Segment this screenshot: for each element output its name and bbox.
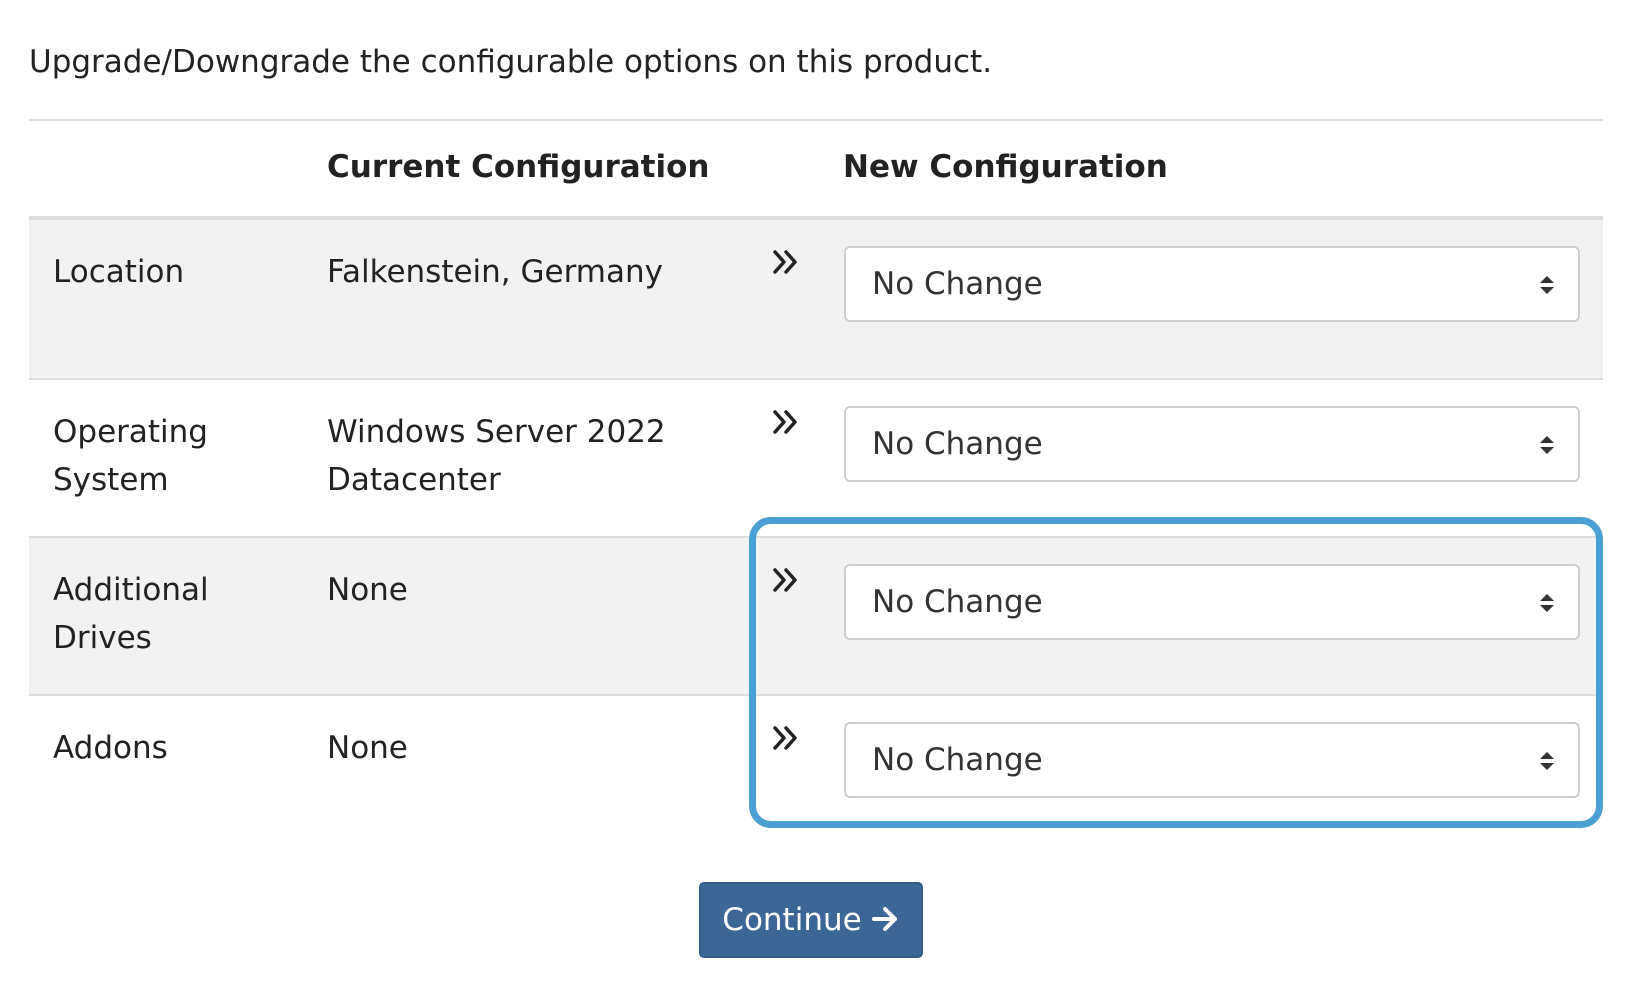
header-top-divider [29,119,1603,121]
select-value: No Change [872,266,1043,302]
row-current-value: Windows Server 2022 Datacenter [327,414,666,498]
row-current-value: None [327,730,408,766]
table-row: Addons None No Change [29,694,1603,852]
row-label: Operating System [53,414,208,498]
sort-caret-icon [1540,436,1554,454]
continue-button-label: Continue [722,902,862,938]
intro-text: Upgrade/Downgrade the configurable optio… [29,44,993,80]
table-row: Location Falkenstein, Germany No Change [29,220,1603,378]
double-chevron-right-icon [773,410,797,434]
row-current-value: None [327,572,408,608]
double-chevron-right-icon [773,568,797,592]
double-chevron-right-icon [773,250,797,274]
select-value: No Change [872,584,1043,620]
addons-select[interactable]: No Change [844,722,1580,798]
sort-caret-icon [1540,752,1554,770]
sort-caret-icon [1540,594,1554,612]
row-label: Additional Drives [53,572,209,656]
table-row: Operating System Windows Server 2022 Dat… [29,378,1603,536]
location-select[interactable]: No Change [844,246,1580,322]
sort-caret-icon [1540,276,1554,294]
arrow-right-icon [871,906,897,931]
row-label: Location [53,254,185,290]
header-current-configuration: Current Configuration [327,149,710,185]
row-current-value: Falkenstein, Germany [327,254,663,290]
row-label: Addons [53,730,168,766]
table-row: Additional Drives None No Change [29,536,1603,694]
additional-drives-select[interactable]: No Change [844,564,1580,640]
double-chevron-right-icon [773,726,797,750]
continue-button[interactable]: Continue [699,882,923,958]
select-value: No Change [872,742,1043,778]
select-value: No Change [872,426,1043,462]
operating-system-select[interactable]: No Change [844,406,1580,482]
header-new-configuration: New Configuration [843,149,1168,185]
